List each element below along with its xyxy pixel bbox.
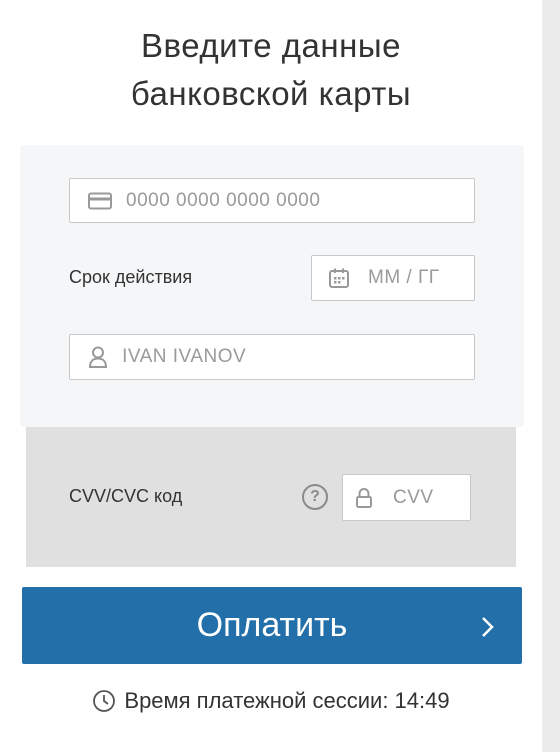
pay-button[interactable]: Оплатить bbox=[22, 587, 522, 664]
expiry-label: Срок действия bbox=[69, 267, 193, 287]
page-title: Введите данные банковской карты bbox=[0, 22, 542, 118]
cardholder-input[interactable] bbox=[122, 346, 474, 368]
cardholder-field[interactable] bbox=[69, 334, 475, 380]
session-text: Время платежной сессии: 14:49 bbox=[124, 688, 450, 713]
card-number-input[interactable] bbox=[126, 189, 474, 212]
title-line-1: Введите данные bbox=[141, 27, 401, 64]
chevron-right-icon bbox=[480, 611, 496, 650]
user-icon bbox=[88, 346, 108, 368]
session-timer: Время платежной сессии: 14:49 bbox=[0, 688, 542, 714]
expiry-input[interactable] bbox=[368, 267, 474, 289]
pay-button-label: Оплатить bbox=[196, 606, 348, 644]
payment-form: Введите данные банковской карты Срок дей… bbox=[0, 0, 542, 752]
card-number-field[interactable] bbox=[69, 178, 475, 223]
lock-icon bbox=[355, 487, 373, 509]
calendar-icon bbox=[328, 267, 350, 289]
title-line-2: банковской карты bbox=[130, 75, 412, 112]
help-symbol: ? bbox=[310, 488, 320, 505]
credit-card-icon bbox=[88, 192, 112, 210]
clock-icon bbox=[92, 689, 116, 713]
cvv-input[interactable] bbox=[393, 486, 470, 509]
cvv-label: CVV/CVC код bbox=[69, 486, 183, 506]
help-icon[interactable]: ? bbox=[302, 484, 328, 510]
cvv-field[interactable] bbox=[342, 474, 471, 521]
expiry-field[interactable] bbox=[311, 255, 475, 301]
